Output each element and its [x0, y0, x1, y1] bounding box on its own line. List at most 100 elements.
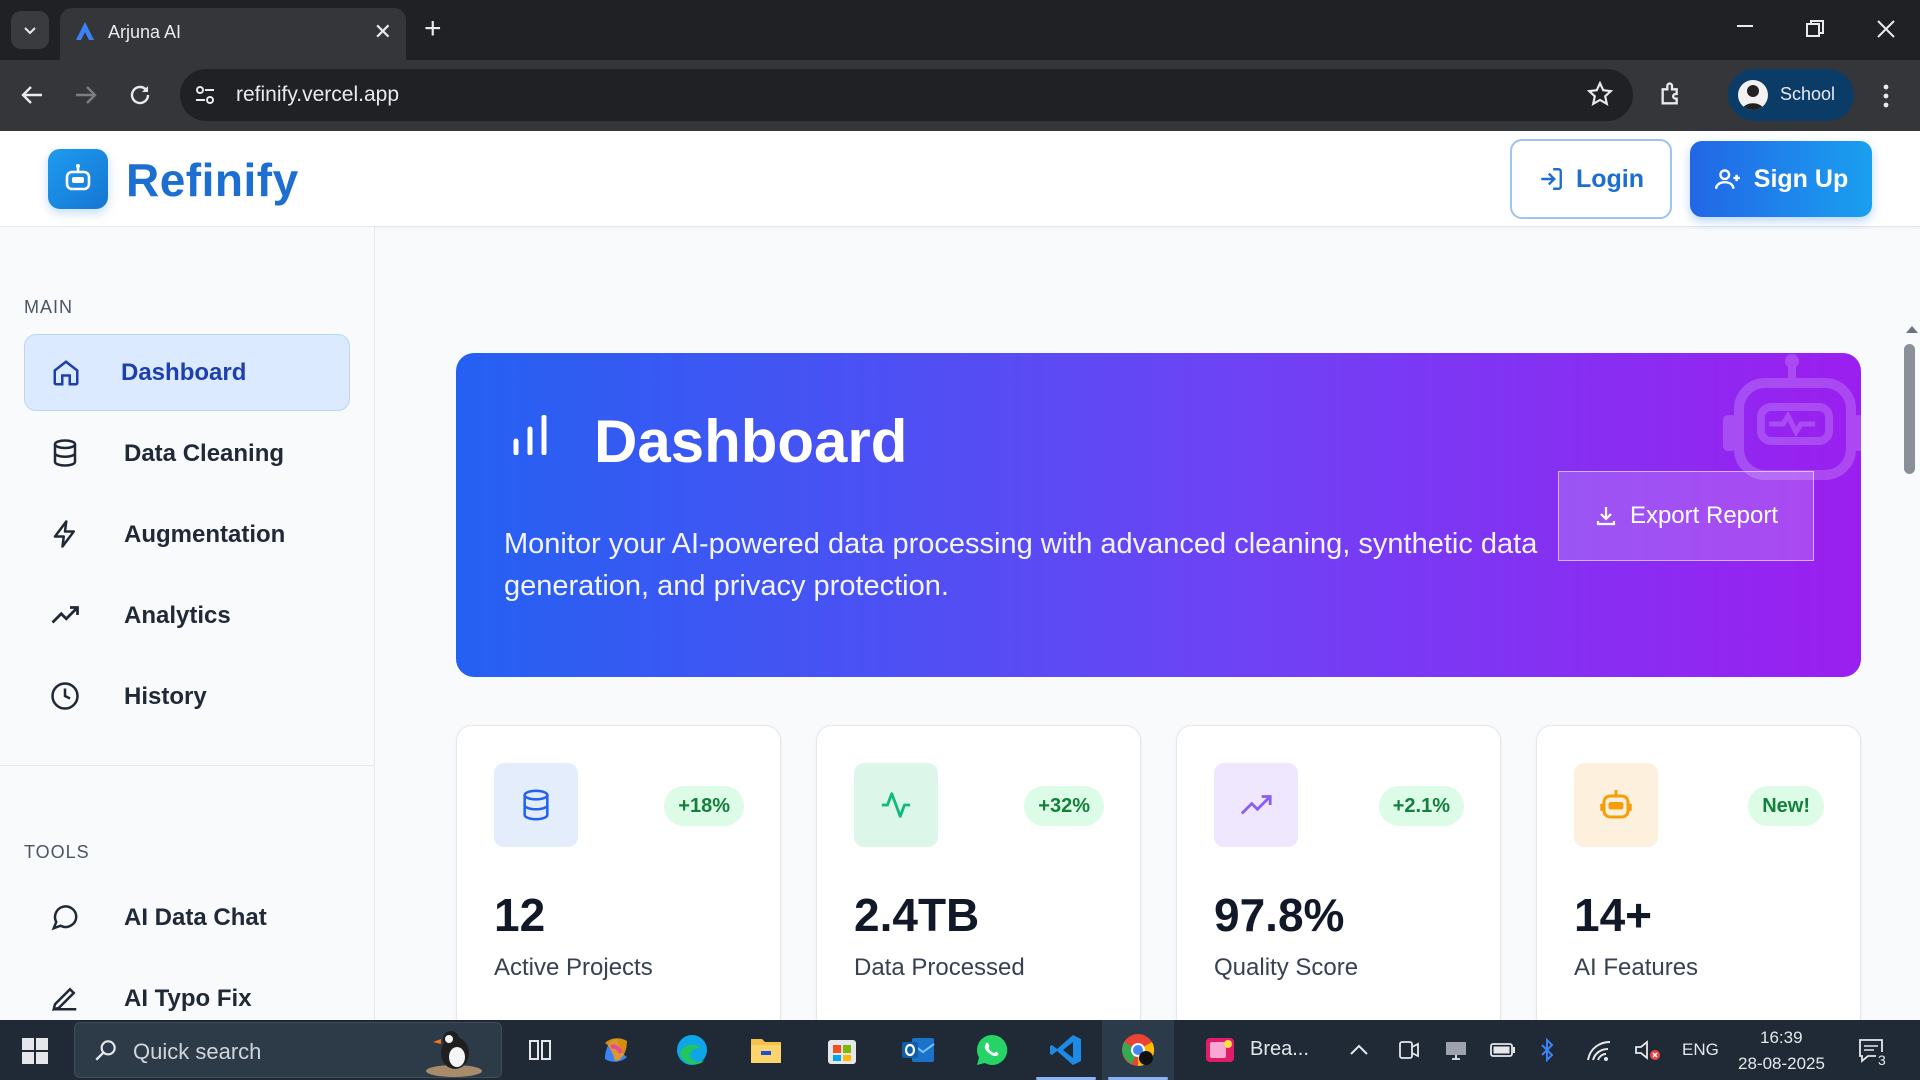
sidebar-item-data-cleaning[interactable]: Data Cleaning: [24, 415, 350, 492]
more-menu-icon[interactable]: [1882, 84, 1890, 108]
export-report-button[interactable]: Export Report: [1558, 471, 1814, 561]
stat-label: Active Projects: [494, 954, 653, 981]
bookmark-star-icon[interactable]: [1587, 81, 1613, 107]
sidebar-item-ai-data-chat[interactable]: AI Data Chat: [24, 879, 350, 956]
stat-value: 97.8%: [1214, 889, 1345, 941]
language-indicator[interactable]: ENG: [1682, 1040, 1719, 1060]
bar-chart-icon: [513, 415, 547, 455]
card-icon-box: [494, 763, 578, 847]
extensions-puzzle-icon[interactable]: [1658, 80, 1686, 108]
running-app-label: Brea...: [1250, 1038, 1309, 1060]
card-icon-box: [1214, 763, 1298, 847]
brand-name[interactable]: Refinify: [126, 153, 299, 207]
login-label: Login: [1575, 164, 1645, 193]
sidebar-item-dashboard[interactable]: Dashboard: [24, 334, 350, 411]
volume-muted-icon[interactable]: [1634, 1038, 1662, 1062]
back-arrow-icon[interactable]: [20, 84, 44, 106]
running-app-brea[interactable]: Brea...: [1186, 1020, 1326, 1080]
chrome-icon: [1122, 1034, 1155, 1067]
sidebar-item-history[interactable]: History: [24, 658, 350, 735]
download-icon: [1596, 507, 1616, 526]
scrollbar-thumb[interactable]: [1904, 344, 1915, 474]
activity-icon: [881, 792, 911, 818]
app-header: Refinify Login Sign Up: [0, 131, 1920, 227]
tab-search-button[interactable]: [11, 11, 49, 49]
scroll-up-arrow-icon[interactable]: [1906, 326, 1918, 333]
export-report-label: Export Report: [1629, 502, 1779, 529]
page-title: Dashboard: [594, 408, 908, 475]
login-icon: [1541, 168, 1562, 190]
stat-card-ai-features: New! 14+ AI Features: [1536, 725, 1861, 1035]
vscode-icon[interactable]: [1046, 1030, 1086, 1070]
robot-logo-icon: [65, 164, 91, 191]
stat-value: 12: [494, 889, 546, 941]
close-window-icon[interactable]: [1876, 19, 1896, 39]
card-icon-box: [1574, 763, 1658, 847]
page-scrollbar[interactable]: [1900, 322, 1920, 1020]
copilot-app-icon[interactable]: [596, 1030, 636, 1070]
clock-time[interactable]: 16:39: [1760, 1028, 1803, 1048]
login-button[interactable]: Login: [1510, 139, 1672, 219]
sidebar-divider: [0, 765, 374, 766]
sidebar-item-label: AI Typo Fix: [124, 984, 252, 1012]
wifi-icon[interactable]: [1586, 1038, 1612, 1062]
sidebar-item-augmentation[interactable]: Augmentation: [24, 496, 350, 573]
browser-toolbar: refinify.vercel.app School: [0, 60, 1920, 131]
sidebar-item-label: History: [124, 682, 207, 710]
chrome-taskbar-slot[interactable]: [1102, 1020, 1174, 1080]
bluetooth-icon[interactable]: [1540, 1038, 1554, 1062]
tab-close-button[interactable]: ✕: [374, 20, 392, 44]
meet-now-icon[interactable]: [1398, 1040, 1420, 1060]
whatsapp-icon[interactable]: [972, 1030, 1012, 1070]
card-icon-box: [854, 763, 938, 847]
search-placeholder: Quick search: [133, 1039, 262, 1064]
browser-tab-active[interactable]: Arjuna AI ✕: [60, 8, 406, 60]
clock-icon: [51, 682, 79, 710]
file-explorer-icon[interactable]: [746, 1030, 786, 1070]
avatar: [1738, 80, 1768, 110]
sidebar: MAIN Dashboard Data Cleaning Augmentatio…: [0, 227, 375, 1020]
logo-badge[interactable]: [48, 149, 108, 209]
forward-arrow-icon[interactable]: [74, 84, 98, 106]
address-bar[interactable]: refinify.vercel.app: [180, 69, 1633, 121]
task-view-icon[interactable]: [520, 1030, 560, 1070]
sidebar-item-label: Data Cleaning: [124, 439, 285, 467]
dashboard-hero-banner: Dashboard Monitor your AI-powered data p…: [456, 353, 1861, 677]
site-info-icon[interactable]: [194, 84, 216, 106]
windows-start-icon[interactable]: [22, 1038, 48, 1064]
taskbar-search-box[interactable]: Quick search: [74, 1022, 502, 1078]
sidebar-section-tools: TOOLS: [24, 842, 90, 862]
sidebar-item-analytics[interactable]: Analytics: [24, 577, 350, 654]
url-text[interactable]: refinify.vercel.app: [236, 83, 399, 107]
home-icon: [53, 360, 79, 386]
display-icon[interactable]: [1444, 1040, 1468, 1060]
microsoft-store-icon[interactable]: [822, 1030, 862, 1070]
status-badge: +32%: [1024, 786, 1104, 826]
hero-description: Monitor your AI-powered data processing …: [504, 528, 1538, 602]
signup-button[interactable]: Sign Up: [1690, 141, 1872, 217]
main-content: Dashboard Monitor your AI-powered data p…: [376, 227, 1900, 1035]
clock-date[interactable]: 28-08-2025: [1738, 1054, 1825, 1074]
status-badge: New!: [1748, 786, 1824, 826]
search-icon: [95, 1040, 116, 1061]
brea-app-icon: [1206, 1038, 1234, 1062]
stat-label: AI Features: [1574, 954, 1699, 981]
minimize-icon[interactable]: [1736, 24, 1754, 28]
reload-icon[interactable]: [128, 83, 152, 107]
battery-icon[interactable]: [1490, 1042, 1516, 1058]
robot-icon: [1600, 790, 1632, 819]
stat-card-data-processed: +32% 2.4TB Data Processed: [816, 725, 1141, 1035]
lightning-icon: [53, 520, 75, 548]
edge-browser-icon[interactable]: [672, 1030, 712, 1070]
stat-label: Data Processed: [854, 954, 1025, 981]
outlook-icon[interactable]: [898, 1030, 938, 1070]
stat-value: 2.4TB: [854, 889, 980, 941]
restore-icon[interactable]: [1806, 20, 1824, 38]
stat-value: 14+: [1574, 889, 1653, 941]
profile-button[interactable]: School: [1728, 69, 1854, 121]
new-tab-button[interactable]: +: [424, 14, 442, 44]
chevron-up-icon[interactable]: [1349, 1044, 1369, 1056]
browser-tab-bar: Arjuna AI ✕ +: [0, 0, 1920, 60]
status-badge: +2.1%: [1378, 786, 1464, 826]
sidebar-item-label: Analytics: [124, 601, 231, 629]
